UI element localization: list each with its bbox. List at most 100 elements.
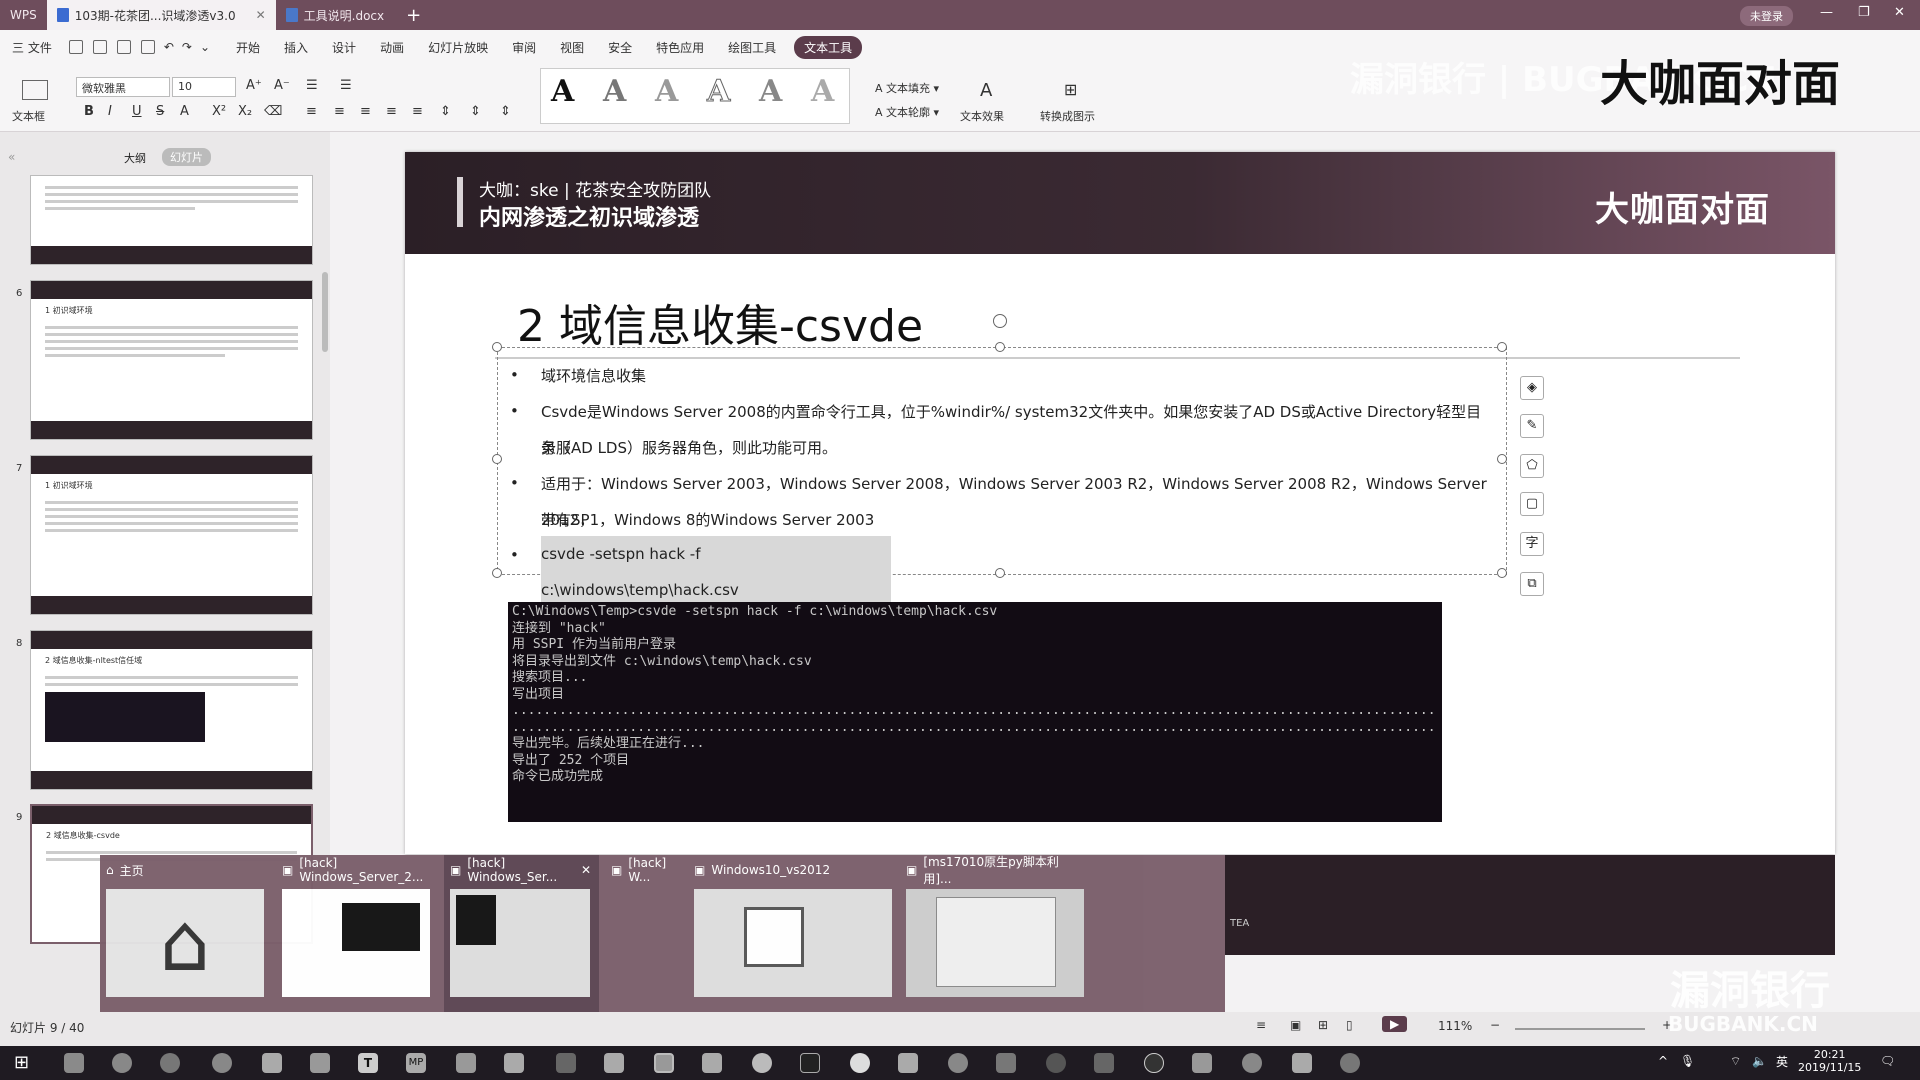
export-icon[interactable] bbox=[92, 40, 107, 54]
textbox-icon[interactable] bbox=[22, 80, 48, 100]
menu-features[interactable]: 特色应用 bbox=[644, 39, 716, 56]
scrollbar[interactable] bbox=[322, 272, 328, 352]
notification-icon[interactable]: 🗨 bbox=[1880, 1054, 1895, 1068]
rotate-handle[interactable] bbox=[993, 314, 1007, 328]
clear-format-icon[interactable]: ⌫ bbox=[264, 104, 282, 119]
align-left-icon[interactable]: ≡ bbox=[306, 104, 317, 119]
shield-icon[interactable] bbox=[898, 1053, 918, 1073]
convert-diagram-button[interactable]: 转换成图示 bbox=[1040, 108, 1095, 124]
tab-slides[interactable]: 幻灯片 bbox=[162, 148, 211, 166]
shape-icon[interactable]: ⬠ bbox=[1520, 454, 1544, 478]
sorter-view-icon[interactable]: ⊞ bbox=[1318, 1018, 1328, 1032]
superscript-icon[interactable]: X² bbox=[212, 104, 226, 119]
underline-icon[interactable]: U bbox=[132, 104, 142, 119]
smartart-icon[interactable]: ⊞ bbox=[1064, 80, 1077, 99]
resize-handle[interactable] bbox=[492, 568, 502, 578]
textbox-button[interactable]: 文本框 bbox=[12, 108, 45, 124]
slide-thumbnail-7[interactable]: 1 初识域环境 bbox=[30, 455, 313, 615]
text-fill-button[interactable]: A 文本填充 ▾ bbox=[875, 80, 939, 96]
text-outline-button[interactable]: A 文本轮廓 ▾ bbox=[875, 104, 939, 120]
app-icon[interactable] bbox=[752, 1053, 772, 1073]
resize-handle[interactable] bbox=[995, 342, 1005, 352]
slide-thumbnail-8[interactable]: 2 域信息收集-nltest信任域 bbox=[30, 630, 313, 790]
app-icon[interactable] bbox=[1094, 1053, 1114, 1073]
menu-insert[interactable]: 插入 bbox=[272, 39, 320, 56]
normal-view-icon[interactable]: ▣ bbox=[1290, 1018, 1301, 1032]
wps-presentation-icon[interactable] bbox=[310, 1053, 330, 1073]
layers-icon[interactable]: ◈ bbox=[1520, 376, 1544, 400]
text-effect-icon[interactable]: A bbox=[980, 80, 992, 101]
chrome-icon[interactable] bbox=[212, 1053, 232, 1073]
app-icon[interactable] bbox=[1192, 1053, 1212, 1073]
zoom-out-icon[interactable]: − bbox=[1490, 1018, 1500, 1032]
close-icon[interactable]: ✕ bbox=[581, 863, 599, 877]
tab-presentation[interactable]: 103期-花茶团...识域渗透v3.0 ✕ bbox=[46, 0, 276, 30]
app-icon[interactable] bbox=[1292, 1053, 1312, 1073]
zoom-level[interactable]: 111% bbox=[1438, 1019, 1472, 1033]
collapse-icon[interactable]: « bbox=[8, 150, 15, 164]
close-window-icon[interactable]: ✕ bbox=[1894, 5, 1905, 20]
ime-indicator[interactable]: 英 bbox=[1776, 1053, 1788, 1070]
resize-handle[interactable] bbox=[995, 568, 1005, 578]
app-icon[interactable] bbox=[604, 1053, 624, 1073]
play-icon[interactable]: ▶ bbox=[1382, 1016, 1408, 1032]
app-icon[interactable] bbox=[1340, 1053, 1360, 1073]
convert-icon[interactable]: ⧉ bbox=[1520, 572, 1544, 596]
tab-outline[interactable]: 大纲 bbox=[124, 150, 146, 166]
microphone-icon[interactable]: 🎙 bbox=[1680, 1054, 1695, 1068]
network-icon[interactable]: ⌔ bbox=[1730, 1054, 1741, 1069]
menu-review[interactable]: 审阅 bbox=[500, 39, 548, 56]
notes-icon[interactable]: ≡ bbox=[1256, 1018, 1266, 1032]
tab-docx[interactable]: 工具说明.docx bbox=[276, 0, 394, 30]
explorer-icon[interactable] bbox=[64, 1053, 84, 1073]
save-icon[interactable] bbox=[68, 40, 83, 54]
login-badge[interactable]: 未登录 bbox=[1740, 6, 1793, 26]
text-style-option[interactable]: A bbox=[759, 74, 782, 109]
justify-icon[interactable]: ≡ bbox=[386, 104, 397, 119]
wps-home-tab[interactable]: WPS bbox=[0, 0, 47, 30]
resize-handle[interactable] bbox=[1497, 342, 1507, 352]
distribute-icon[interactable]: ≡ bbox=[412, 104, 423, 119]
menu-view[interactable]: 视图 bbox=[548, 39, 596, 56]
numbering-icon[interactable]: ☰ bbox=[340, 78, 352, 93]
menu-animation[interactable]: 动画 bbox=[368, 39, 416, 56]
browser-icon[interactable] bbox=[112, 1053, 132, 1073]
app-icon[interactable] bbox=[948, 1053, 968, 1073]
maximize-icon[interactable]: ❐ bbox=[1858, 5, 1870, 20]
menu-slideshow[interactable]: 幻灯片放映 bbox=[416, 39, 500, 56]
windows-start-icon[interactable]: ⊞ bbox=[14, 1052, 29, 1073]
paragraph-spacing-icon[interactable]: ⇕ bbox=[470, 104, 481, 119]
undo-icon[interactable]: ↶ bbox=[160, 40, 178, 54]
text-style-option[interactable]: A bbox=[706, 74, 730, 110]
slide-thumbnail-6[interactable]: 1 初识域环境 bbox=[30, 280, 313, 440]
minimize-icon[interactable]: — bbox=[1820, 5, 1833, 20]
mp-icon[interactable]: MP bbox=[406, 1053, 426, 1073]
font-color-icon[interactable]: A bbox=[180, 104, 189, 119]
text-style-option[interactable]: A bbox=[655, 74, 678, 109]
reading-view-icon[interactable]: ▯ bbox=[1346, 1018, 1353, 1032]
zoom-slider[interactable] bbox=[1515, 1028, 1645, 1030]
text-direction-icon[interactable]: ⇕ bbox=[500, 104, 511, 119]
redo-icon[interactable]: ↷ bbox=[178, 40, 196, 54]
vscode-icon[interactable] bbox=[456, 1053, 476, 1073]
tool-icon[interactable] bbox=[996, 1053, 1016, 1073]
resize-handle[interactable] bbox=[1497, 568, 1507, 578]
text-icon[interactable]: 字 bbox=[1520, 532, 1544, 556]
resize-handle[interactable] bbox=[492, 454, 502, 464]
preview-icon[interactable] bbox=[140, 40, 155, 54]
align-right-icon[interactable]: ≡ bbox=[360, 104, 371, 119]
clock[interactable]: 20:21 2019/11/15 bbox=[1798, 1048, 1861, 1074]
menu-start[interactable]: 开始 bbox=[224, 39, 272, 56]
print-icon[interactable] bbox=[116, 40, 131, 54]
chevron-down-icon[interactable]: ⌄ bbox=[196, 40, 224, 54]
search-icon[interactable] bbox=[1144, 1053, 1164, 1073]
globe-icon[interactable] bbox=[1242, 1053, 1262, 1073]
menu-text-tools[interactable]: 文本工具 bbox=[794, 35, 863, 59]
subscript-icon[interactable]: X₂ bbox=[238, 104, 252, 119]
menu-drawing-tools[interactable]: 绘图工具 bbox=[716, 39, 788, 56]
qq-icon[interactable] bbox=[850, 1053, 870, 1073]
menu-file[interactable]: 三 文件 bbox=[0, 39, 64, 56]
slide-thumbnail-5[interactable] bbox=[30, 175, 313, 265]
menu-security[interactable]: 安全 bbox=[596, 39, 644, 56]
line-spacing-icon[interactable]: ⇕ bbox=[440, 104, 451, 119]
